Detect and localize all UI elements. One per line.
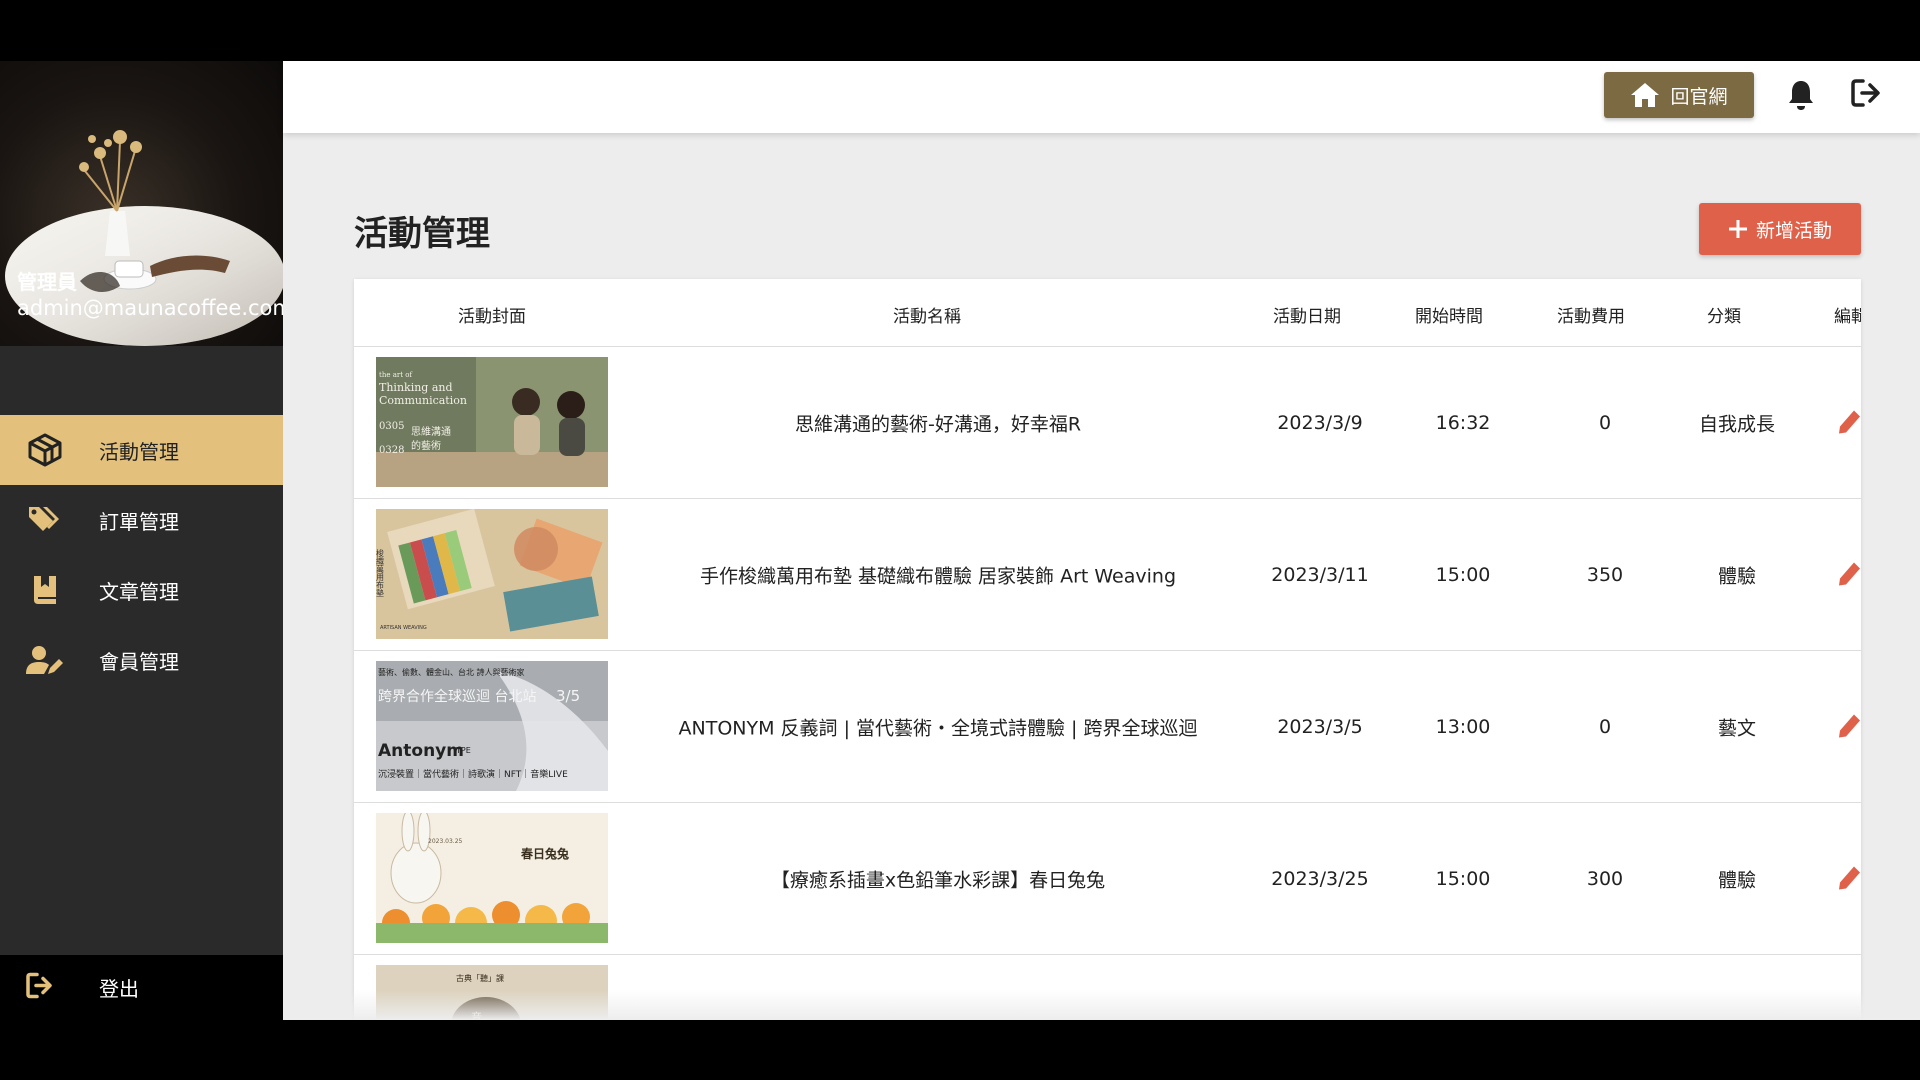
profile-role: 管理員 bbox=[17, 270, 77, 294]
cover-text: 思維溝通 bbox=[411, 425, 451, 438]
activity-date: 2023/3/11 bbox=[1271, 563, 1369, 586]
cover-text: 的藝術 bbox=[411, 439, 441, 452]
cover-text: Thinking and bbox=[379, 381, 453, 394]
cover-text: Communication bbox=[379, 394, 467, 407]
header-start: 開始時間 bbox=[1415, 307, 1483, 327]
activity-date: 2023/3/25 bbox=[1271, 867, 1369, 890]
header-name: 活動名稱 bbox=[893, 307, 961, 327]
home-icon bbox=[1631, 83, 1660, 107]
sidebar-item-articles[interactable]: 文章管理 bbox=[0, 555, 283, 625]
activity-cover-image: the art of Thinking and Communication 03… bbox=[376, 357, 608, 487]
cover-text: 0305 bbox=[379, 421, 404, 432]
activity-cover-image: 梭織萬用布墊 ARTISAN WEAVING bbox=[376, 509, 608, 639]
sidebar-item-label: 活動管理 bbox=[99, 439, 179, 464]
activity-start-time: 16:32 bbox=[1435, 411, 1491, 434]
activity-category: 體驗 bbox=[1717, 565, 1757, 587]
sidebar-item-activities[interactable]: 活動管理 bbox=[0, 415, 283, 485]
activity-name: 手作梭織萬用布墊 基礎織布體驗 居家裝飾 Art Weaving bbox=[699, 565, 1177, 587]
header-fee: 活動費用 bbox=[1557, 307, 1625, 327]
cover-text: 古典「聽」課 bbox=[456, 973, 504, 983]
cover-text: 藝術、偷數、體金山、台北 詩人與藝術家 bbox=[378, 667, 525, 677]
tags-icon bbox=[26, 502, 64, 538]
cover-text: TPE bbox=[455, 746, 471, 755]
table-row: 藝術、偷數、體金山、台北 詩人與藝術家 跨界合作全球巡迴 台北站 3/5 Ant… bbox=[354, 651, 1861, 803]
home-button[interactable]: 回官網 bbox=[1604, 72, 1754, 118]
activity-category: 自我成長 bbox=[1698, 413, 1776, 435]
header-category: 分類 bbox=[1707, 307, 1741, 327]
logout-button[interactable]: 登出 bbox=[0, 955, 283, 1020]
user-edit-icon bbox=[26, 642, 64, 678]
activity-start-time: 15:00 bbox=[1435, 563, 1491, 586]
activity-category: 體驗 bbox=[1717, 869, 1757, 891]
activity-fee: 0 bbox=[1598, 411, 1612, 434]
activity-cover-image: 春日兔兔 2023.03.25 bbox=[376, 813, 608, 943]
add-activity-label: 新增活動 bbox=[1755, 219, 1832, 242]
sidebar-item-orders[interactable]: 訂單管理 bbox=[0, 485, 283, 555]
profile-card: 管理員 admin@maunacoffee.com bbox=[0, 61, 283, 346]
app-frame: 管理員 admin@maunacoffee.com 活動管理 訂單管理 文章管理… bbox=[0, 61, 1920, 1020]
cover-text: Antonym bbox=[378, 741, 464, 761]
cover-text: 跨界合作全球巡迴 台北站 bbox=[378, 688, 536, 705]
cover-text: 沉浸裝置｜當代藝術｜詩歌演｜NFT｜音樂LIVE bbox=[378, 768, 568, 780]
cube-icon bbox=[26, 432, 64, 468]
cover-text: 梭織萬用布墊 bbox=[376, 548, 385, 597]
activity-category: 藝文 bbox=[1717, 717, 1757, 739]
header-cover: 活動封面 bbox=[458, 307, 526, 327]
sign-out-icon[interactable] bbox=[1851, 79, 1883, 111]
edit-pencil-icon[interactable] bbox=[1837, 711, 1861, 742]
add-activity-button[interactable]: 新增活動 bbox=[1699, 203, 1861, 255]
sidebar-item-members[interactable]: 會員管理 bbox=[0, 625, 283, 695]
sign-out-icon bbox=[26, 972, 56, 1003]
edit-pencil-icon[interactable] bbox=[1837, 407, 1861, 438]
sidebar-menu: 活動管理 訂單管理 文章管理 會員管理 bbox=[0, 415, 283, 695]
sidebar-item-label: 會員管理 bbox=[99, 649, 179, 674]
topbar: 回官網 bbox=[283, 61, 1920, 133]
table-row: the art of Thinking and Communication 03… bbox=[354, 347, 1861, 499]
activity-name: 思維溝通的藝術-好溝通，好幸福R bbox=[794, 413, 1082, 435]
cover-text: 春日兔兔 bbox=[520, 846, 569, 861]
activity-date: 2023/3/9 bbox=[1277, 411, 1363, 434]
activity-name: ANTONYM 反義詞 | 當代藝術・全境式詩體驗 | 跨界全球巡迴 bbox=[678, 717, 1198, 739]
sidebar: 管理員 admin@maunacoffee.com 活動管理 訂單管理 文章管理… bbox=[0, 61, 283, 1020]
cover-text: the art of bbox=[379, 371, 413, 379]
table-header: 活動封面 活動名稱 活動日期 開始時間 活動費用 分類 編輯 bbox=[354, 279, 1861, 347]
activity-table: 活動封面 活動名稱 活動日期 開始時間 活動費用 分類 編輯 the art o… bbox=[354, 279, 1861, 1020]
sidebar-item-label: 訂單管理 bbox=[99, 509, 179, 534]
logout-label: 登出 bbox=[99, 977, 139, 1001]
cover-text: 3/5 bbox=[556, 687, 580, 705]
header-date: 活動日期 bbox=[1273, 307, 1341, 327]
table-row: 梭織萬用布墊 ARTISAN WEAVING 手作梭織萬用布墊 基礎織布體驗 居… bbox=[354, 499, 1861, 651]
activity-fee: 300 bbox=[1586, 867, 1624, 890]
edit-pencil-icon[interactable] bbox=[1837, 863, 1861, 894]
activity-fee: 0 bbox=[1598, 715, 1612, 738]
cover-text: 0328 bbox=[379, 445, 404, 456]
scroll-fade bbox=[283, 990, 1920, 1020]
activity-date: 2023/3/5 bbox=[1277, 715, 1363, 738]
activity-cover-image: 藝術、偷數、體金山、台北 詩人與藝術家 跨界合作全球巡迴 台北站 3/5 Ant… bbox=[376, 661, 608, 791]
activity-start-time: 15:00 bbox=[1435, 867, 1491, 890]
header-edit: 編輯 bbox=[1834, 307, 1861, 327]
profile-email: admin@maunacoffee.com bbox=[17, 296, 283, 320]
sidebar-item-label: 文章管理 bbox=[99, 579, 179, 604]
bell-icon[interactable] bbox=[1787, 79, 1815, 115]
table-row: 春日兔兔 2023.03.25 【療癒系插畫x色鉛筆水彩課】春日兔兔 2023/… bbox=[354, 803, 1861, 955]
home-label: 回官網 bbox=[1670, 85, 1728, 108]
plus-icon bbox=[1728, 220, 1747, 238]
cover-text: ARTISAN WEAVING bbox=[380, 625, 427, 631]
edit-pencil-icon[interactable] bbox=[1837, 559, 1861, 590]
activity-start-time: 13:00 bbox=[1435, 715, 1491, 738]
cover-text: 2023.03.25 bbox=[428, 838, 463, 845]
activity-fee: 350 bbox=[1586, 563, 1624, 586]
page-title: 活動管理 bbox=[354, 214, 490, 254]
book-icon bbox=[26, 572, 64, 608]
activity-name: 【療癒系插畫x色鉛筆水彩課】春日兔兔 bbox=[770, 869, 1106, 891]
